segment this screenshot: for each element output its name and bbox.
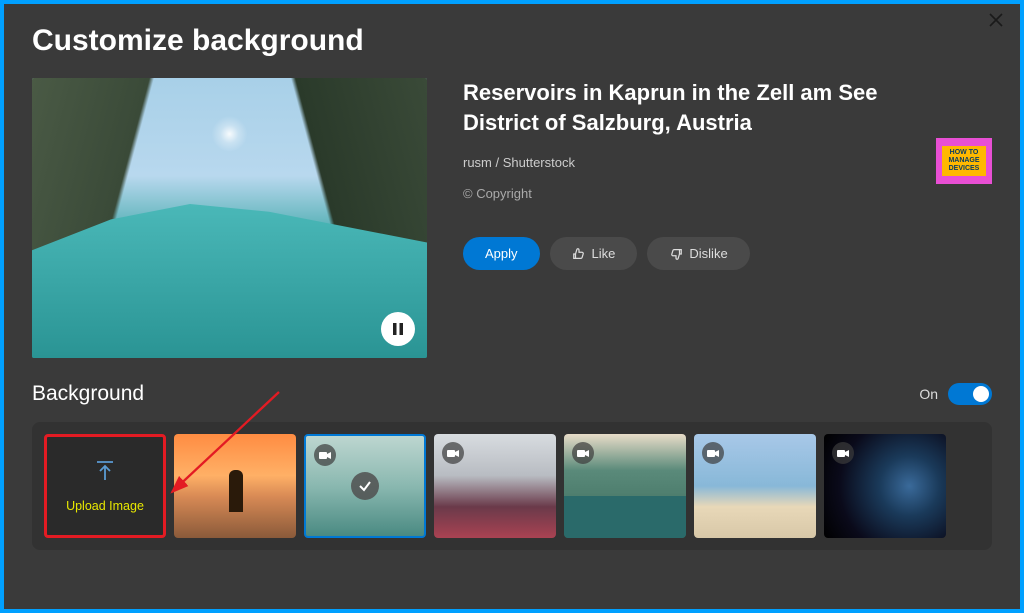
background-toggle-group: On xyxy=(919,383,992,405)
background-section-title: Background xyxy=(32,382,144,406)
preview-image xyxy=(32,78,427,358)
preview-info: Reservoirs in Kaprun in the Zell am See … xyxy=(463,78,992,358)
background-toggle[interactable] xyxy=(948,383,992,405)
thumbnail-1[interactable] xyxy=(174,434,296,538)
video-icon xyxy=(314,444,336,466)
upload-image-tile[interactable]: Upload Image xyxy=(44,434,166,538)
apply-button[interactable]: Apply xyxy=(463,237,540,270)
video-icon xyxy=(442,442,464,464)
pause-button[interactable] xyxy=(381,312,415,346)
video-icon xyxy=(702,442,724,464)
background-header: Background On xyxy=(32,382,992,406)
preview-credit: rusm / Shutterstock xyxy=(463,155,992,170)
thumbnail-row: Upload Image xyxy=(32,422,992,550)
thumbnail-6[interactable] xyxy=(824,434,946,538)
close-button[interactable] xyxy=(988,12,1008,32)
thumbnail-4[interactable] xyxy=(564,434,686,538)
video-icon xyxy=(832,442,854,464)
video-icon xyxy=(572,442,594,464)
preview-copyright: © Copyright xyxy=(463,186,992,201)
watermark-badge: HOW TO MANAGE DEVICES xyxy=(936,138,992,184)
upload-icon xyxy=(95,460,115,489)
background-toggle-label: On xyxy=(919,386,938,402)
preview-section: Reservoirs in Kaprun in the Zell am See … xyxy=(32,78,992,358)
like-button[interactable]: Like xyxy=(550,237,638,270)
thumbnail-3[interactable] xyxy=(434,434,556,538)
upload-label: Upload Image xyxy=(66,499,144,513)
dialog-container: Customize background Reservoirs in Kapru… xyxy=(4,4,1020,570)
thumbnail-5[interactable] xyxy=(694,434,816,538)
preview-title: Reservoirs in Kaprun in the Zell am See … xyxy=(463,78,943,137)
action-row: Apply Like Dislike xyxy=(463,237,992,270)
thumbnail-2[interactable] xyxy=(304,434,426,538)
selected-check-icon xyxy=(351,472,379,500)
dislike-button[interactable]: Dislike xyxy=(647,237,749,270)
dialog-title: Customize background xyxy=(32,24,992,58)
